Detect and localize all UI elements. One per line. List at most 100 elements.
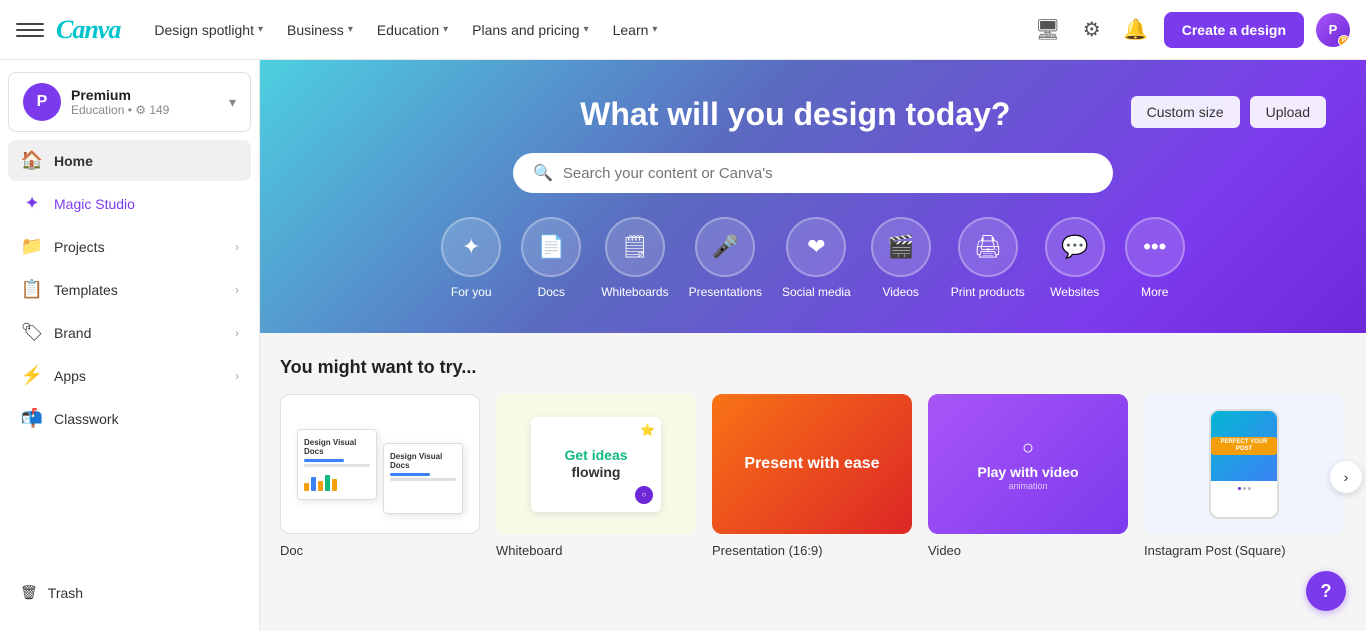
sidebar-item-label: Templates [54,282,225,298]
category-websites[interactable]: 💬 Websites [1045,217,1105,299]
nav-item-design-spotlight[interactable]: Design spotlight ▾ [144,16,273,44]
hero-top: What will you design today? Custom size … [300,96,1326,133]
chevron-down-icon: ▾ [652,24,657,35]
card-presentation-thumbnail: Present with ease [712,394,912,534]
search-input[interactable] [563,165,1093,182]
category-docs[interactable]: 📄 Docs [521,217,581,299]
canva-logo: Canva [56,15,120,45]
card-doc[interactable]: Design Visual Docs [280,394,480,560]
projects-icon: 📁 [20,236,44,257]
card-video[interactable]: ○ Play with video animation Video [928,394,1128,560]
category-label: Presentations [689,285,762,299]
card-whiteboard[interactable]: ⭐ Get ideas flowing ○ Whiteboard [496,394,696,560]
instagram-phone-mockup: PERFECT YOUR POST [1209,409,1279,519]
card-instagram-thumbnail: PERFECT YOUR POST [1144,394,1344,534]
search-icon: 🔍 [533,163,553,183]
nav-item-learn[interactable]: Learn ▾ [603,16,668,44]
card-video-thumbnail: ○ Play with video animation [928,394,1128,534]
sidebar-item-classwork[interactable]: 📬 Classwork [8,398,251,439]
sidebar-item-templates[interactable]: 📋 Templates › [8,269,251,310]
instagram-image: PERFECT YOUR POST [1211,411,1277,481]
upload-button[interactable]: Upload [1250,96,1326,128]
category-print-products[interactable]: 🖨 Print products [951,217,1025,299]
nav-item-education[interactable]: Education ▾ [367,16,458,44]
doc-preview-main: Design Visual Docs [297,429,377,500]
category-label: More [1141,285,1168,299]
avatar-premium-badge: P [1338,35,1350,47]
classwork-icon: 📬 [20,408,44,429]
nav-links: Design spotlight ▾ Business ▾ Education … [144,16,1023,44]
instagram-bottom [1211,481,1277,494]
sidebar-bottom: 🗑 Trash [0,566,259,619]
sidebar-item-trash[interactable]: 🗑 Trash [8,574,251,611]
sidebar-item-magic-studio[interactable]: ✦ Magic Studio [8,183,251,224]
sidebar-profile-sub: Education • ⚙ 149 [71,103,229,117]
monitor-icon[interactable]: 🖥 [1032,14,1064,46]
card-doc-label: Doc [280,543,303,558]
sidebar-item-projects[interactable]: 📁 Projects › [8,226,251,267]
suggestions-section: You might want to try... Design Visual D… [260,333,1366,580]
sidebar-item-label: Projects [54,239,225,255]
scroll-right-button[interactable]: › [1330,461,1362,493]
category-label: Docs [538,285,565,299]
hero-section: What will you design today? Custom size … [260,60,1366,333]
videos-icon: 🎬 [871,217,931,277]
sidebar: P Premium Education • ⚙ 149 ▾ 🏠 Home ✦ M… [0,60,260,631]
category-more[interactable]: ••• More [1125,217,1185,299]
category-videos[interactable]: 🎬 Videos [871,217,931,299]
create-design-button[interactable]: Create a design [1164,12,1304,48]
nav-item-plans[interactable]: Plans and pricing ▾ [462,16,598,44]
card-instagram-label: Instagram Post (Square) [1144,543,1286,558]
star-icon: ⭐ [640,423,655,437]
card-presentation-label: Presentation (16:9) [712,543,823,558]
category-presentations[interactable]: 🎤 Presentations [689,217,762,299]
magic-icon: ✦ [20,193,44,214]
chevron-down-icon: ▾ [584,24,589,35]
brand-icon: 🏷 [20,322,44,343]
hero-title: What will you design today? [460,96,1131,133]
custom-size-button[interactable]: Custom size [1131,96,1240,128]
avatar[interactable]: P P [1316,13,1350,47]
category-label: Print products [951,285,1025,299]
card-instagram[interactable]: PERFECT YOUR POST Instagram Po [1144,394,1344,560]
whiteboard-preview: ⭐ Get ideas flowing ○ [531,417,661,512]
chevron-right-icon: › [235,326,239,340]
apps-icon: ⚡ [20,365,44,386]
presentation-preview: Present with ease [744,454,879,473]
sidebar-item-apps[interactable]: ⚡ Apps › [8,355,251,396]
suggestion-cards-row: Design Visual Docs [280,394,1346,560]
card-whiteboard-thumbnail: ⭐ Get ideas flowing ○ [496,394,696,534]
doc-bar [304,464,370,467]
card-presentation[interactable]: Present with ease Presentation (16:9) [712,394,912,560]
docs-icon: 📄 [521,217,581,277]
sidebar-profile-name: Premium [71,87,229,103]
for-you-icon: ✦ [441,217,501,277]
sidebar-item-label: Magic Studio [54,196,239,212]
chevron-down-icon: ▾ [258,24,263,35]
sidebar-avatar: P [23,83,61,121]
trash-icon: 🗑 [20,584,38,601]
hamburger-menu[interactable] [16,16,44,44]
presentations-icon: 🎤 [695,217,755,277]
hero-search-bar: 🔍 [513,153,1113,193]
chevron-right-icon: › [235,283,239,297]
help-button[interactable]: ? [1306,571,1346,611]
sidebar-item-home[interactable]: 🏠 Home [8,140,251,181]
instagram-badge: PERFECT YOUR POST [1211,437,1277,455]
sidebar-item-label: Brand [54,325,225,341]
card-doc-thumbnail: Design Visual Docs [280,394,480,534]
category-for-you[interactable]: ✦ For you [441,217,501,299]
sidebar-profile[interactable]: P Premium Education • ⚙ 149 ▾ [8,72,251,132]
sidebar-profile-info: Premium Education • ⚙ 149 [71,87,229,117]
category-label: Social media [782,285,851,299]
notification-icon[interactable]: 🔔 [1120,14,1152,46]
chevron-down-icon: ▾ [348,24,353,35]
sidebar-navigation: 🏠 Home ✦ Magic Studio 📁 Projects › 📋 Tem… [0,140,259,439]
doc-bar [304,459,344,462]
settings-icon[interactable]: ⚙ [1076,14,1108,46]
category-whiteboards[interactable]: 🗒 Whiteboards [601,217,668,299]
nav-item-business[interactable]: Business ▾ [277,16,363,44]
category-social-media[interactable]: ❤ Social media [782,217,851,299]
sidebar-item-brand[interactable]: 🏷 Brand › [8,312,251,353]
doc-bar [390,473,430,476]
